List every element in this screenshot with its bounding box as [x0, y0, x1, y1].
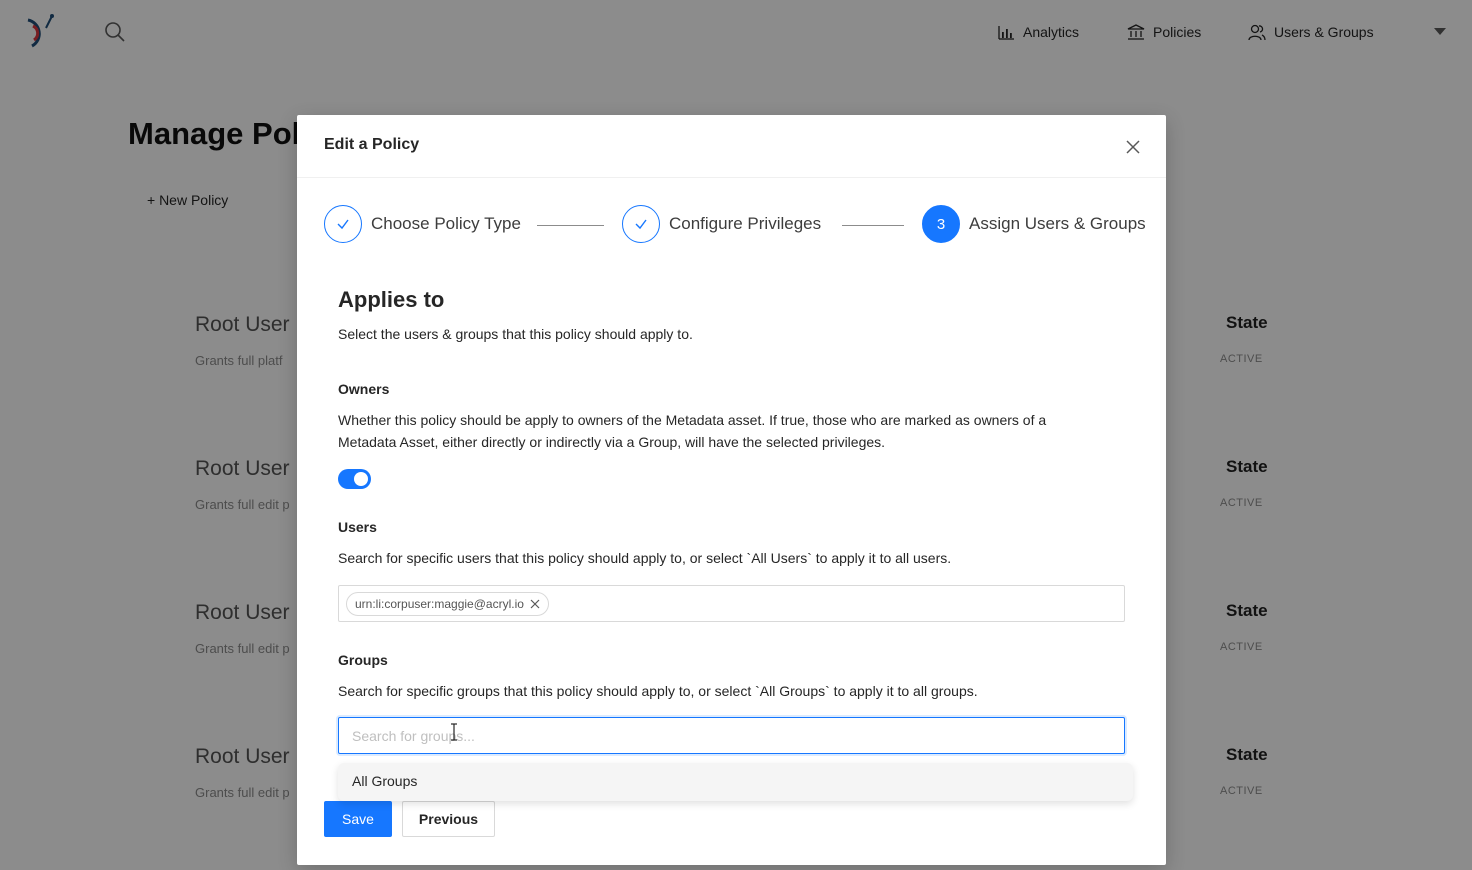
step-connector: [842, 225, 904, 226]
step-assign-users-groups[interactable]: 3 Assign Users & Groups: [922, 205, 1146, 243]
users-label: Users: [338, 519, 377, 535]
step-connector: [537, 225, 604, 226]
step-choose-policy-type[interactable]: Choose Policy Type: [324, 205, 521, 243]
step-number-badge: 3: [922, 205, 960, 243]
step-label: Configure Privileges: [669, 214, 822, 233]
save-button[interactable]: Save: [324, 801, 392, 837]
applies-to-title: Applies to: [338, 287, 445, 312]
step-label: Assign Users & Groups: [969, 214, 1146, 233]
groups-description: Search for specific groups that this pol…: [338, 683, 978, 699]
remove-tag-icon[interactable]: [530, 599, 540, 609]
groups-dropdown: All Groups: [338, 763, 1133, 801]
toggle-knob: [354, 472, 368, 486]
modal-title: Edit a Policy: [324, 136, 420, 153]
text-cursor-icon: [451, 723, 457, 741]
close-icon[interactable]: [1124, 138, 1142, 156]
user-tag-label: urn:li:corpuser:maggie@acryl.io: [355, 597, 524, 611]
check-icon: [324, 205, 362, 243]
dropdown-option-all-groups[interactable]: All Groups: [352, 773, 417, 789]
user-tag: urn:li:corpuser:maggie@acryl.io: [346, 592, 549, 616]
groups-label: Groups: [338, 652, 388, 668]
users-description: Search for specific users that this poli…: [338, 550, 952, 566]
previous-button[interactable]: Previous: [402, 801, 495, 837]
modal-header: Edit a Policy: [297, 115, 1166, 178]
applies-to-subtitle: Select the users & groups that this poli…: [338, 326, 693, 342]
step-label: Choose Policy Type: [371, 214, 521, 233]
edit-policy-modal: Edit a Policy Choose Policy Type Configu…: [297, 115, 1166, 865]
owners-description: Whether this policy should be apply to o…: [338, 412, 1047, 450]
users-select[interactable]: urn:li:corpuser:maggie@acryl.io: [338, 585, 1125, 622]
steps-progress: Choose Policy Type Configure Privileges …: [324, 205, 1146, 245]
check-icon: [622, 205, 660, 243]
owners-toggle[interactable]: [338, 469, 371, 489]
owners-label: Owners: [338, 381, 390, 397]
step-configure-privileges[interactable]: Configure Privileges: [622, 205, 821, 243]
